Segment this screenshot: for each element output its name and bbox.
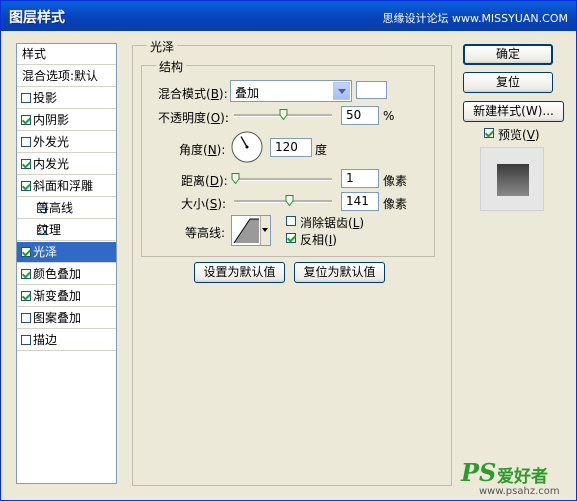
style-list-item[interactable]: 斜面和浮雕 bbox=[17, 176, 116, 197]
style-checkbox[interactable] bbox=[21, 115, 31, 125]
contour-curve-icon bbox=[233, 218, 259, 244]
contour-picker[interactable] bbox=[231, 215, 271, 246]
invert-checkbox[interactable] bbox=[286, 233, 296, 243]
style-list-item[interactable]: 纹理 bbox=[17, 220, 116, 241]
style-checkbox[interactable] bbox=[21, 291, 31, 301]
style-list-item[interactable]: 混合选项:默认 bbox=[17, 66, 116, 87]
make-default-button[interactable]: 设置为默认值 bbox=[194, 262, 285, 283]
style-list-item[interactable]: 光泽 bbox=[17, 242, 116, 263]
style-list-item[interactable]: 投影 bbox=[17, 88, 116, 109]
style-list-item-label: 投影 bbox=[33, 91, 58, 105]
contour-label: 等高线: bbox=[185, 226, 226, 240]
distance-unit: 像素 bbox=[383, 174, 408, 188]
style-list-item-label: 混合选项:默认 bbox=[22, 69, 99, 83]
style-list-item[interactable]: 描边 bbox=[17, 330, 116, 351]
style-list-item[interactable]: 内阴影 bbox=[17, 110, 116, 131]
opacity-label: 不透明度(O): bbox=[158, 111, 229, 125]
style-list-item-label: 渐变叠加 bbox=[33, 289, 82, 303]
style-list-item-label: 等高线 bbox=[37, 201, 74, 215]
invert-label: 反相(I) bbox=[300, 233, 337, 247]
style-list-item-label: 斜面和浮雕 bbox=[33, 179, 94, 193]
style-list-item[interactable]: 图案叠加 bbox=[17, 308, 116, 329]
psahz-watermark: PS 爱好者 www.psahz.com bbox=[461, 458, 571, 498]
watermark-logo-text: 爱好者 bbox=[497, 467, 548, 487]
window-title: 图层样式 bbox=[9, 10, 65, 26]
angle-input[interactable]: 120 bbox=[270, 138, 312, 157]
size-slider-thumb[interactable] bbox=[285, 195, 294, 206]
size-input[interactable]: 141 bbox=[341, 192, 379, 211]
distance-input[interactable]: 1 bbox=[341, 169, 379, 188]
style-checkbox[interactable] bbox=[21, 181, 31, 191]
style-list-item-label: 外发光 bbox=[33, 135, 70, 149]
style-list-item-label: 描边 bbox=[33, 333, 58, 347]
style-preview-thumbnail bbox=[480, 147, 544, 211]
style-checkbox[interactable] bbox=[21, 247, 31, 257]
size-label: 大小(S): bbox=[181, 197, 227, 211]
preview-label: 预览(V) bbox=[498, 128, 540, 142]
style-list-item-label: 光泽 bbox=[33, 245, 58, 259]
style-checkbox[interactable] bbox=[21, 335, 31, 345]
style-list-item-label: 内阴影 bbox=[33, 113, 70, 127]
style-list-item[interactable]: 样式 bbox=[17, 44, 116, 65]
distance-label: 距离(D): bbox=[181, 174, 228, 188]
style-list-item-label: 颜色叠加 bbox=[33, 267, 82, 281]
preview-square bbox=[497, 164, 529, 196]
style-list-item-label: 纹理 bbox=[37, 223, 62, 237]
opacity-slider-thumb[interactable] bbox=[279, 109, 288, 120]
watermark-logo: PS bbox=[461, 458, 497, 487]
style-checkbox[interactable] bbox=[21, 313, 31, 323]
structure-group-title: 结构 bbox=[156, 58, 187, 75]
style-list-item-label: 样式 bbox=[22, 47, 47, 61]
reset-button[interactable]: 复位 bbox=[463, 72, 553, 93]
size-slider[interactable] bbox=[234, 200, 332, 203]
distance-slider[interactable] bbox=[234, 178, 332, 181]
satin-group-title: 光泽 bbox=[147, 38, 178, 55]
new-style-button[interactable]: 新建样式(W)... bbox=[463, 101, 564, 122]
style-list-item[interactable]: 渐变叠加 bbox=[17, 286, 116, 307]
watermark-url: www.psahz.com bbox=[479, 486, 560, 497]
style-checkbox[interactable] bbox=[21, 159, 31, 169]
reset-default-button[interactable]: 复位为默认值 bbox=[294, 262, 385, 283]
angle-label: 角度(N): bbox=[179, 143, 226, 157]
anti-alias-checkbox[interactable] bbox=[286, 216, 296, 226]
satin-color-swatch[interactable] bbox=[356, 81, 387, 99]
style-list-item[interactable]: 外发光 bbox=[17, 132, 116, 153]
style-list-item-label: 图案叠加 bbox=[33, 311, 82, 325]
style-list-item-label: 内发光 bbox=[33, 157, 70, 171]
blend-mode-value: 叠加 bbox=[235, 86, 260, 100]
style-checkbox[interactable] bbox=[21, 137, 31, 147]
chevron-down-icon[interactable] bbox=[333, 82, 350, 100]
angle-unit: 度 bbox=[315, 143, 328, 157]
dialog-client: 样式 混合选项:默认 投影 内阴影 外发光 内发光 斜面和浮雕 等高线 纹理 光泽 颜色叠加 渐变叠加… bbox=[4, 31, 573, 499]
ok-button[interactable]: 确定 bbox=[463, 44, 553, 65]
size-unit: 像素 bbox=[383, 197, 408, 211]
anti-alias-label: 消除锯齿(L) bbox=[300, 216, 365, 230]
style-list-item[interactable]: 等高线 bbox=[17, 198, 116, 219]
style-list-item[interactable]: 颜色叠加 bbox=[17, 264, 116, 285]
angle-dial[interactable] bbox=[231, 131, 263, 163]
opacity-input[interactable]: 50 bbox=[341, 106, 379, 125]
preview-checkbox[interactable] bbox=[484, 128, 494, 138]
distance-slider-thumb[interactable] bbox=[231, 173, 240, 184]
title-bar[interactable]: 图层样式 思缘设计论坛 www.MISSYUAN.COM bbox=[1, 1, 576, 31]
watermark-text: 思缘设计论坛 www.MISSYUAN.COM bbox=[382, 12, 568, 25]
style-checkbox[interactable] bbox=[21, 93, 31, 103]
layer-style-dialog: 图层样式 思缘设计论坛 www.MISSYUAN.COM 样式混合选项:默认投影… bbox=[0, 0, 577, 501]
style-list-item[interactable]: 内发光 bbox=[17, 154, 116, 175]
blend-mode-label: 混合模式(B): bbox=[158, 87, 228, 101]
blend-mode-select[interactable]: 叠加 bbox=[230, 80, 352, 102]
opacity-unit: % bbox=[383, 109, 395, 123]
contour-dropdown-arrow-icon[interactable] bbox=[260, 216, 270, 245]
style-checkbox[interactable] bbox=[21, 269, 31, 279]
styles-list: 样式混合选项:默认投影内阴影外发光内发光斜面和浮雕等高线纹理光泽颜色叠加渐变叠加… bbox=[16, 43, 117, 484]
